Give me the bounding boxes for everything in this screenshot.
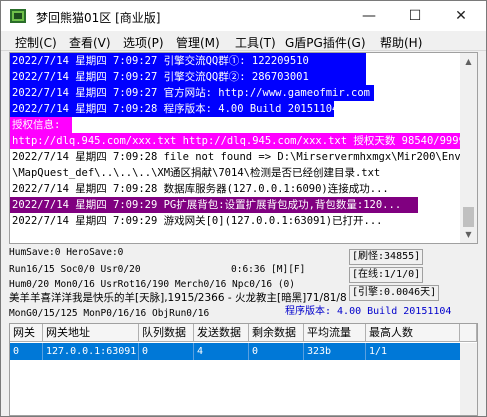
- table-cell[interactable]: 4: [194, 343, 249, 360]
- status-panel: HumSave:0 HeroSave:0 [刷怪:34855] Run16/15…: [9, 245, 478, 321]
- maximize-button[interactable]: ☐: [392, 1, 438, 31]
- monster-object-status: MonG0/15/125 MonP0/16/16 ObjRun0/16: [9, 308, 210, 319]
- refresh-monster-count: [刷怪:34855]: [349, 249, 424, 265]
- log-line: \MapQuest_def\..\..\..\XM通区捐献\7014\检测是否已…: [12, 167, 381, 179]
- log-panel[interactable]: 2022/7/14 星期四 7:09:27 引擎交流QQ群①: 12220951…: [9, 52, 478, 244]
- log-scrollbar[interactable]: ▲ ▼: [460, 53, 477, 243]
- column-header[interactable]: 最高人数: [366, 324, 460, 342]
- log-line: 2022/7/14 星期四 7:09:29 PG扩展背包:设置扩展背包成功,背包…: [10, 197, 418, 213]
- log-line: http://dlq.945.com/xxx.txt http://dlq.94…: [10, 133, 462, 149]
- menu-tools[interactable]: 工具(T): [235, 34, 276, 51]
- human-monster-status: Hum0/20 Mon0/16 UsrRot16/190 Merch0/16 N…: [9, 279, 295, 290]
- column-header[interactable]: 发送数据: [194, 324, 249, 342]
- menu-options[interactable]: 选项(P): [123, 34, 164, 51]
- run-status: Run16/15 Soc0/0 Usr0/20: [9, 264, 141, 275]
- log-line: 2022/7/14 星期四 7:09:27 引擎交流QQ群①: 12220951…: [10, 53, 366, 69]
- table-cell[interactable]: 127.0.0.1:63091: [43, 343, 139, 360]
- app-icon: [10, 9, 26, 23]
- column-header[interactable]: 剩余数据: [249, 324, 304, 342]
- menu-bar: 控制(C) 查看(V) 选项(P) 管理(M) 工具(T) G盾PG插件(G) …: [1, 31, 486, 51]
- log-line: 2022/7/14 星期四 7:09:29 游戏网关[0](127.0.0.1:…: [12, 215, 383, 227]
- title-bar[interactable]: 梦回熊猫01区 [商业版] — ☐ ✕: [1, 1, 486, 31]
- log-line: 2022/7/14 星期四 7:09:28 程序版本: 4.00 Build 2…: [10, 101, 334, 117]
- column-header[interactable]: 网关: [10, 324, 43, 342]
- uptime-timer: 0:6:36 [M][F]: [231, 264, 306, 275]
- gateway-table: 网关 网关地址 队列数据 发送数据 剩余数据 平均流量 最高人数 0 127.0…: [9, 323, 478, 416]
- main-window: 梦回熊猫01区 [商业版] — ☐ ✕ 控制(C) 查看(V) 选项(P) 管理…: [0, 0, 487, 417]
- menu-manage[interactable]: 管理(M): [176, 34, 220, 51]
- save-status: HumSave:0 HeroSave:0: [9, 247, 124, 258]
- minimize-button[interactable]: —: [346, 1, 392, 31]
- log-line: 2022/7/14 星期四 7:09:28 数据库服务器(127.0.0.1:6…: [12, 183, 389, 195]
- scroll-down-icon[interactable]: ▼: [460, 226, 477, 243]
- scroll-up-icon[interactable]: ▲: [460, 53, 477, 70]
- table-cell[interactable]: 0: [139, 343, 194, 360]
- table-cell[interactable]: 0: [249, 343, 304, 360]
- table-cell[interactable]: 1/1: [366, 343, 460, 360]
- column-header[interactable]: 网关地址: [43, 324, 139, 342]
- player-status: 美羊羊喜洋洋我是快乐的羊[天脉],1915/2366 - 火龙教主[暗黑]71/…: [9, 292, 347, 304]
- table-scrollbar[interactable]: [460, 343, 477, 415]
- window-title: 梦回熊猫01区 [商业版]: [36, 11, 161, 25]
- version-text: 程序版本: 4.00 Build 20151104: [285, 306, 452, 317]
- header-filler: [460, 324, 477, 342]
- column-header[interactable]: 平均流量: [304, 324, 366, 342]
- menu-gdun-plugin[interactable]: G盾PG插件(G): [285, 34, 366, 51]
- menu-help[interactable]: 帮助(H): [380, 34, 422, 51]
- menu-view[interactable]: 查看(V): [69, 34, 111, 51]
- menu-control[interactable]: 控制(C): [15, 34, 57, 51]
- scroll-thumb[interactable]: [463, 207, 474, 227]
- log-line: 2022/7/14 星期四 7:09:27 官方网站: http://www.g…: [10, 85, 374, 101]
- log-line: 授权信息:: [10, 117, 72, 133]
- engine-days: [引擎:0.0046天]: [349, 285, 440, 301]
- log-line: 2022/7/14 星期四 7:09:27 引擎交流QQ群②: 28670300…: [10, 69, 366, 85]
- close-button[interactable]: ✕: [438, 1, 484, 31]
- table-cell[interactable]: 323b: [304, 343, 366, 360]
- log-line: 2022/7/14 星期四 7:09:28 file not found => …: [12, 151, 462, 163]
- table-cell[interactable]: 0: [10, 343, 43, 360]
- online-count: [在线:1/1/0]: [349, 267, 424, 283]
- column-header[interactable]: 队列数据: [139, 324, 194, 342]
